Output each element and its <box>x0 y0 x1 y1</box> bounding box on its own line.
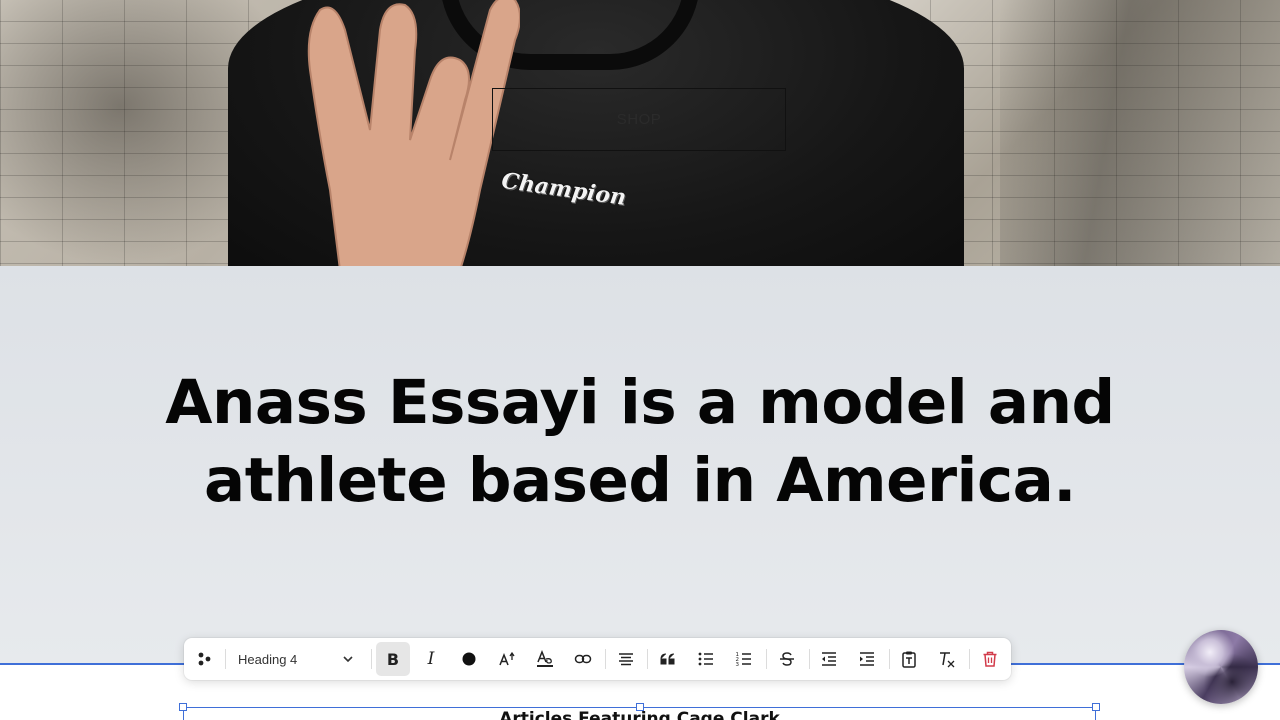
numbered-list-icon[interactable]: 123 <box>727 642 761 676</box>
page-headline[interactable]: Anass Essayi is a model and athlete base… <box>40 364 1240 520</box>
outdent-icon[interactable] <box>812 642 846 676</box>
ai-assistant-orb-icon[interactable] <box>1184 630 1258 704</box>
italic-icon[interactable]: I <box>414 642 448 676</box>
hand-gesture <box>307 0 520 266</box>
clear-format-icon[interactable] <box>930 642 964 676</box>
resize-handle-top-center[interactable] <box>636 703 644 711</box>
toolbar-divider <box>605 649 606 669</box>
hero-photo: Champion SHOP <box>0 0 1280 266</box>
text-format-toolbar: Heading 4 B I 123 <box>184 638 1011 680</box>
resize-handle-top-right[interactable] <box>1092 703 1100 711</box>
chevron-down-icon <box>343 656 353 663</box>
building-shadow <box>1000 0 1280 266</box>
font-size-icon[interactable] <box>490 642 524 676</box>
strikethrough-icon[interactable] <box>770 642 804 676</box>
toolbar-divider <box>766 649 767 669</box>
toolbar-divider <box>371 649 372 669</box>
bold-icon[interactable]: B <box>376 642 410 676</box>
text-style-value: Heading 4 <box>238 651 298 667</box>
toolbar-divider <box>809 649 810 669</box>
align-center-icon[interactable] <box>609 642 643 676</box>
text-style-dropdown[interactable]: Heading 4 <box>228 642 363 676</box>
toolbar-divider <box>969 649 970 669</box>
toolbar-divider <box>225 649 226 669</box>
highlight-icon[interactable] <box>528 642 562 676</box>
paste-text-icon[interactable] <box>892 642 926 676</box>
resize-handle-top-left[interactable] <box>179 703 187 711</box>
link-icon[interactable] <box>566 642 600 676</box>
toolbar-divider <box>889 649 890 669</box>
quote-icon[interactable] <box>651 642 685 676</box>
bullet-list-icon[interactable] <box>689 642 723 676</box>
drag-handle-icon[interactable] <box>188 642 222 676</box>
text-color-icon[interactable] <box>452 642 486 676</box>
svg-text:3: 3 <box>736 662 740 668</box>
indent-icon[interactable] <box>850 642 884 676</box>
shop-button[interactable]: SHOP <box>492 88 786 151</box>
toolbar-divider <box>647 649 648 669</box>
delete-icon[interactable] <box>973 642 1007 676</box>
